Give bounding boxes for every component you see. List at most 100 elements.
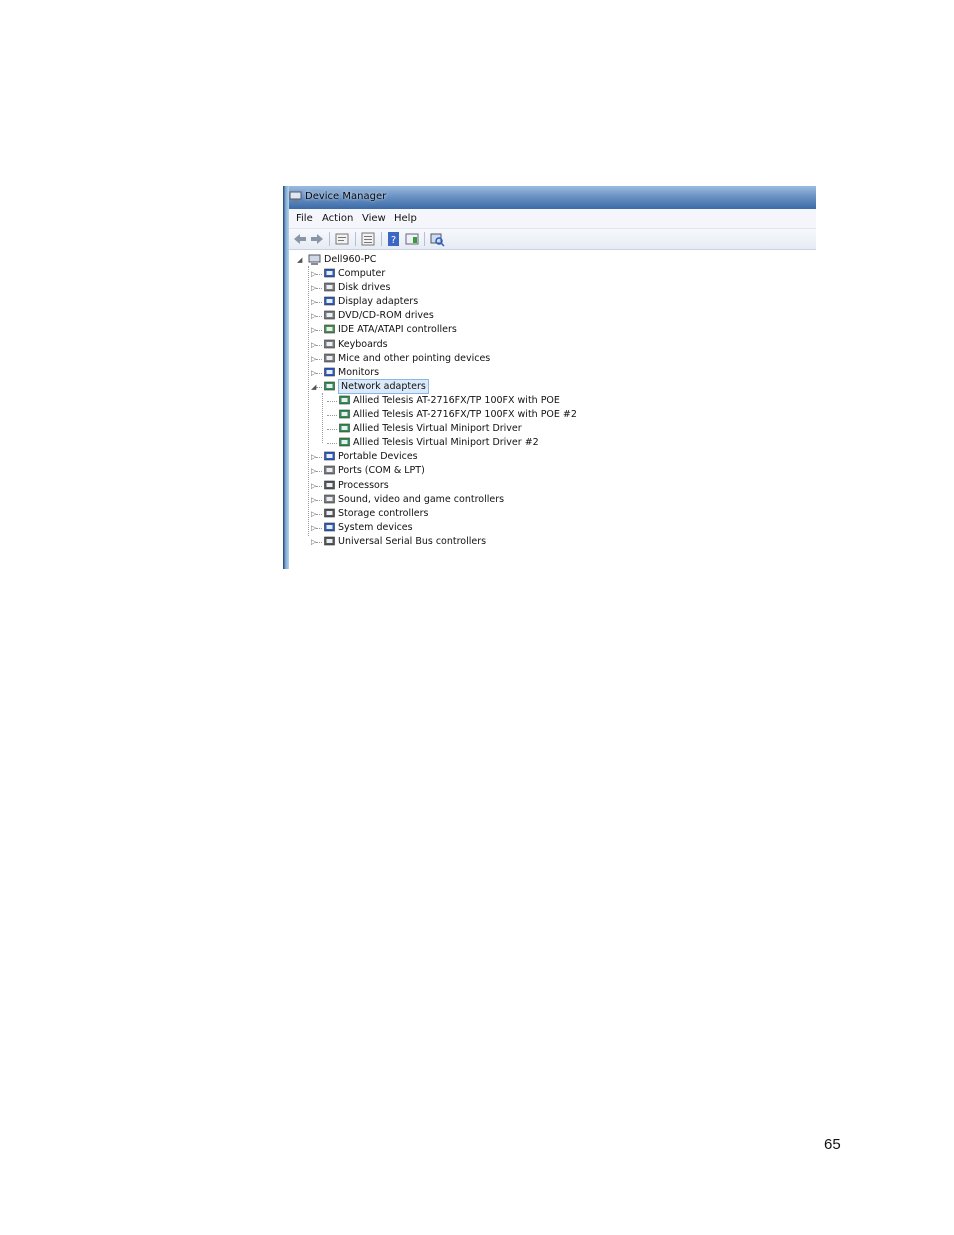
help-icon[interactable]: ? — [386, 231, 402, 247]
tree-line — [308, 266, 309, 536]
toolbar-separator — [329, 232, 330, 246]
network-adapter-item[interactable]: Allied Telesis AT-2716FX/TP 100FX with P… — [327, 394, 638, 408]
network-adapter-item[interactable]: Allied Telesis AT-2716FX/TP 100FX with P… — [327, 408, 638, 422]
network-adapter-label: Allied Telesis AT-2716FX/TP 100FX with P… — [353, 409, 577, 420]
tree-category[interactable]: ▷ Mice and other pointing devices — [311, 352, 611, 366]
tree-category-label: IDE ATA/ATAPI controllers — [338, 324, 457, 336]
menu-action[interactable]: Action — [322, 213, 353, 224]
device-tree: ◢ Dell960-PC ▷ Computer ▷ Disk drives ▷ Displ… — [289, 250, 816, 569]
window-titlebar[interactable]: Device Manager — [283, 186, 816, 209]
processor-icon — [324, 480, 335, 489]
properties-icon[interactable] — [334, 231, 350, 247]
tree-connector — [327, 443, 337, 445]
expand-arrow-icon[interactable]: ▷ — [311, 538, 316, 546]
expand-arrow-icon[interactable]: ▷ — [311, 326, 316, 334]
forward-icon[interactable] — [309, 231, 325, 247]
tree-category[interactable]: ▷ System devices — [311, 521, 611, 535]
toolbar-separator — [424, 232, 425, 246]
expand-arrow-icon[interactable]: ▷ — [311, 510, 316, 518]
menu-view[interactable]: View — [362, 213, 386, 224]
expand-arrow-icon[interactable]: ▷ — [311, 270, 316, 278]
back-icon[interactable] — [292, 231, 308, 247]
expand-arrow-icon[interactable]: ▷ — [311, 453, 316, 461]
expand-arrow-icon[interactable]: ▷ — [311, 312, 316, 320]
tree-connector — [316, 541, 322, 543]
tree-root[interactable]: ◢ Dell960-PC — [297, 253, 497, 267]
scan-hardware-icon[interactable] — [429, 231, 445, 247]
tree-root-label: Dell960-PC — [324, 254, 377, 265]
tree-category[interactable]: ▷ Portable Devices — [311, 450, 611, 464]
expand-arrow-icon[interactable]: ▷ — [311, 369, 316, 377]
expand-arrow-icon[interactable]: ▷ — [311, 355, 316, 363]
network-adapter-item[interactable]: Allied Telesis Virtual Miniport Driver — [327, 422, 638, 436]
menu-file[interactable]: File — [296, 213, 313, 224]
tree-connector — [316, 274, 322, 275]
tree-category[interactable]: ▷ Ports (COM & LPT) — [311, 464, 611, 478]
computer-icon — [324, 268, 335, 278]
tree-connector — [316, 344, 322, 346]
tree-connector — [316, 316, 322, 318]
expand-arrow-icon[interactable]: ▷ — [311, 482, 316, 490]
tree-category-label: Computer — [338, 268, 386, 279]
tree-category[interactable]: ▷ Keyboards — [311, 338, 611, 352]
tree-category-label: Keyboards — [338, 338, 388, 350]
tree-category[interactable]: ▷ Computer — [311, 267, 611, 281]
tree-connector — [316, 527, 322, 529]
expand-arrow-icon[interactable]: ▷ — [311, 341, 316, 349]
tree-connector — [327, 400, 337, 402]
tree-category[interactable]: ▷ Storage controllers — [311, 507, 611, 521]
tree-connector — [316, 471, 322, 473]
tree-category[interactable]: ▷ Sound, video and game controllers — [311, 493, 611, 507]
tree-category[interactable]: ▷ Processors — [311, 479, 611, 493]
toolbar-separator — [381, 232, 382, 246]
network-adapter-icon — [339, 437, 350, 447]
tree-category-label: Portable Devices — [338, 451, 418, 463]
network-adapter-label: Allied Telesis Virtual Miniport Driver #… — [353, 437, 539, 449]
tree-category[interactable]: ▷ Display adapters — [311, 295, 611, 309]
tree-category[interactable]: ▷ Universal Serial Bus controllers — [311, 535, 611, 549]
collapse-arrow-icon[interactable]: ◢ — [311, 383, 316, 391]
window-title: Device Manager — [305, 191, 387, 202]
tree-category[interactable]: ▷ Monitors — [311, 366, 611, 380]
tree-category[interactable]: ◢ Network adapters — [311, 378, 611, 394]
tree-connector — [316, 513, 322, 515]
collapse-arrow-icon[interactable]: ◢ — [297, 256, 302, 264]
system-device-icon — [324, 522, 335, 532]
network-adapter-label: Allied Telesis Virtual Miniport Driver — [353, 423, 522, 435]
speaker-icon — [324, 494, 335, 503]
portable-device-icon — [324, 451, 335, 461]
expand-arrow-icon[interactable]: ▷ — [311, 496, 316, 504]
menu-bar: File Action View Help — [289, 209, 816, 229]
tree-connector — [316, 330, 322, 332]
tree-category-label: Universal Serial Bus controllers — [338, 535, 487, 547]
tree-category[interactable]: ▷ Disk drives — [311, 281, 611, 295]
network-adapter-item[interactable]: Allied Telesis Virtual Miniport Driver #… — [327, 436, 638, 450]
tree-category-label: Display adapters — [338, 296, 419, 308]
tree-connector — [316, 485, 322, 487]
expand-arrow-icon[interactable]: ▷ — [311, 298, 316, 306]
show-hide-tree-icon[interactable] — [360, 231, 376, 247]
monitor-icon — [324, 367, 335, 376]
svg-text:?: ? — [391, 235, 396, 246]
expand-arrow-icon[interactable]: ▷ — [311, 467, 316, 475]
network-adapter-icon — [339, 409, 350, 419]
device-manager-screenshot: Device Manager File Action View Help ? ◢… — [283, 186, 816, 569]
expand-arrow-icon[interactable]: ▷ — [311, 284, 316, 292]
mouse-icon — [324, 353, 335, 362]
network-adapter-icon — [339, 423, 350, 433]
tree-connector — [327, 415, 337, 416]
tree-category-label: Monitors — [338, 366, 380, 378]
tree-category[interactable]: ▷ IDE ATA/ATAPI controllers — [311, 323, 611, 337]
page-number: 65 — [824, 1136, 841, 1153]
expand-arrow-icon[interactable]: ▷ — [311, 524, 316, 532]
tree-category-label: DVD/CD-ROM drives — [338, 310, 434, 322]
tree-category[interactable]: ▷ DVD/CD-ROM drives — [311, 309, 611, 323]
tree-connector — [316, 372, 322, 374]
network-adapter-label: Allied Telesis AT-2716FX/TP 100FX with P… — [353, 394, 560, 406]
ide-controller-icon — [324, 325, 335, 334]
menu-help[interactable]: Help — [394, 213, 417, 224]
toolbar-separator — [355, 232, 356, 246]
tree-category-label: Disk drives — [338, 282, 391, 294]
update-driver-icon[interactable] — [404, 231, 420, 247]
tree-connector — [316, 386, 322, 388]
